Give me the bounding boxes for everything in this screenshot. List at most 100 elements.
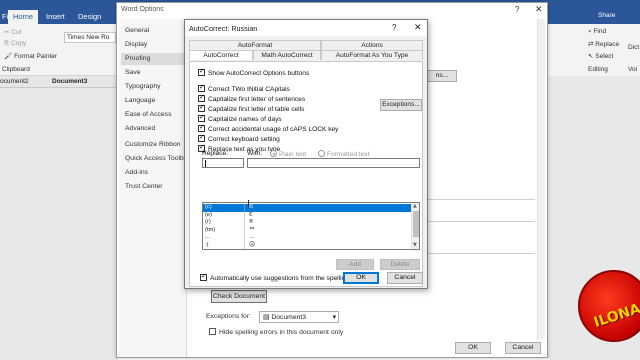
- close-icon[interactable]: ✕: [535, 4, 543, 15]
- entry-replace: (tm): [205, 226, 245, 234]
- format-painter-button[interactable]: 🖌 Format Painter: [4, 52, 57, 60]
- radio-dot: [270, 150, 277, 157]
- nav-quick-access-toolbar[interactable]: Quick Access Toolbar: [125, 155, 190, 162]
- nav-add-ins[interactable]: Add-ins: [125, 169, 148, 176]
- two-initial-caps-checkbox[interactable]: Correct TWo INitial CApitals: [198, 83, 290, 93]
- nav-language[interactable]: Language: [125, 97, 155, 104]
- scroll-down-icon[interactable]: ▼: [413, 242, 417, 248]
- exceptions-button[interactable]: Exceptions...: [380, 99, 422, 111]
- caps-lock-checkbox[interactable]: Correct accidental usage of cAPS LOCK ke…: [198, 123, 339, 133]
- replace-label: Replace: [595, 41, 620, 48]
- font-name-box[interactable]: Times New Ro: [64, 32, 116, 43]
- list-item[interactable]: (r) ®: [203, 219, 411, 227]
- hide-spelling-label: Hide spelling errors in this document on…: [219, 329, 344, 336]
- list-item[interactable]: (c) ©: [203, 204, 411, 212]
- list-item[interactable]: ...…: [203, 234, 411, 242]
- plain-text-label: Plain text: [279, 151, 307, 158]
- autocorrect-cancel-button[interactable]: Cancel: [387, 272, 423, 284]
- capitalize-days-checkbox[interactable]: Capitalize names of days: [198, 113, 282, 123]
- formatted-text-label: Formatted text: [327, 151, 370, 158]
- nav-customize-ribbon[interactable]: Customize Ribbon: [125, 141, 181, 148]
- entry-replace: (c): [205, 204, 245, 212]
- tab-insert[interactable]: Insert: [46, 12, 65, 21]
- list-scrollbar[interactable]: ▲ ▼: [411, 203, 419, 249]
- share-button[interactable]: Share: [598, 12, 615, 19]
- days-label: Capitalize names of days: [208, 116, 282, 123]
- nav-typography[interactable]: Typography: [125, 83, 161, 90]
- word-options-cancel-button[interactable]: Cancel: [505, 342, 541, 354]
- doc-tab-document2[interactable]: ocument2: [0, 78, 29, 85]
- select-label: Select: [595, 53, 614, 60]
- copy-button[interactable]: ⎘ Copy: [4, 40, 26, 48]
- plain-text-radio[interactable]: Plain text: [270, 150, 306, 158]
- tab-autoformat-as-you-type[interactable]: AutoFormat As You Type: [321, 50, 423, 60]
- tab-actions[interactable]: Actions: [321, 40, 423, 50]
- autocorrect-entries-list[interactable]: (c) © (e) € (r) ® (tm) ™ ... … :(☹ ▲ ▼: [202, 202, 420, 250]
- keyboard-setting-checkbox[interactable]: Correct keyboard setting: [198, 133, 280, 143]
- autocorrect-ok-button[interactable]: OK: [343, 272, 379, 284]
- entry-replace: ...: [205, 234, 245, 242]
- nav-save[interactable]: Save: [125, 69, 141, 76]
- word-options-title: Word Options: [121, 6, 164, 13]
- cut-button[interactable]: ✂ Cut: [4, 28, 21, 36]
- hide-spelling-checkbox[interactable]: Hide spelling errors in this document on…: [209, 328, 343, 336]
- checkbox-box: [198, 123, 205, 132]
- exceptions-for-select[interactable]: ▤ Document3 ▾: [259, 311, 339, 323]
- doc-tab-document3[interactable]: Document3: [52, 78, 87, 85]
- replace-label: Replace:: [202, 150, 229, 157]
- delete-button[interactable]: Delete: [380, 259, 420, 270]
- help-icon[interactable]: ?: [515, 5, 519, 14]
- nav-proofing[interactable]: Proofing: [121, 53, 187, 65]
- exceptions-for-value: Document3: [271, 314, 307, 321]
- tab-home[interactable]: Home: [8, 10, 39, 24]
- replace-input[interactable]: [202, 158, 244, 168]
- behind-options-button[interactable]: ns...: [427, 70, 457, 82]
- nav-general[interactable]: General: [125, 27, 149, 34]
- checkbox-box: [198, 83, 205, 92]
- nav-advanced[interactable]: Advanced: [125, 125, 155, 132]
- dictate-button[interactable]: Dict: [628, 44, 639, 51]
- options-scrollbar[interactable]: [537, 19, 545, 339]
- help-icon[interactable]: ?: [392, 23, 396, 32]
- list-item[interactable]: (tm) ™: [203, 226, 411, 234]
- select-button[interactable]: ↖ Select: [588, 52, 613, 60]
- capitalize-sentences-checkbox[interactable]: Capitalize first letter of sentences: [198, 93, 306, 103]
- formatted-text-radio[interactable]: Formatted text: [318, 150, 370, 158]
- checkbox-box: [200, 272, 207, 281]
- list-item[interactable]: :(☹: [203, 241, 411, 249]
- tab-design[interactable]: Design: [78, 12, 101, 21]
- autocorrect-tabs: AutoFormat Actions AutoCorrect Math Auto…: [185, 40, 427, 62]
- first-sentence-label: Capitalize first letter of sentences: [208, 96, 306, 103]
- clipboard-group-label: Clipboard: [2, 66, 30, 73]
- caps-lock-label: Correct accidental usage of cAPS LOCK ke…: [208, 126, 339, 133]
- tab-math-autocorrect[interactable]: Math AutoCorrect: [253, 50, 321, 60]
- scroll-thumb[interactable]: [413, 211, 419, 237]
- share-label: Share: [598, 12, 616, 19]
- find-button[interactable]: ⌕ Find: [588, 28, 606, 36]
- checkbox-box: [198, 67, 205, 76]
- list-item[interactable]: (e) €: [203, 211, 411, 219]
- entry-with: €: [249, 211, 253, 218]
- tab-autocorrect[interactable]: AutoCorrect: [189, 50, 253, 60]
- document-area: [0, 88, 118, 360]
- tab-autoformat[interactable]: AutoFormat: [189, 40, 321, 50]
- nav-trust-center[interactable]: Trust Center: [125, 183, 163, 190]
- checkbox-box: [198, 113, 205, 122]
- document-tabs: ocument2 Document3: [0, 76, 118, 88]
- check-document-button[interactable]: Check Document: [211, 290, 267, 303]
- with-input[interactable]: [247, 158, 420, 168]
- replace-button[interactable]: ⇄ Replace: [588, 40, 619, 48]
- capitalize-table-cells-checkbox[interactable]: Capitalize first letter of table cells: [198, 103, 305, 113]
- first-table-label: Capitalize first letter of table cells: [208, 106, 305, 113]
- checkbox-box: [198, 133, 205, 142]
- show-autocorrect-buttons-checkbox[interactable]: Show AutoCorrect Options buttons: [198, 67, 309, 77]
- entry-replace: (e): [205, 211, 245, 219]
- nav-display[interactable]: Display: [125, 41, 147, 48]
- close-icon[interactable]: ✕: [414, 22, 422, 33]
- word-options-ok-button[interactable]: OK: [455, 342, 491, 354]
- nav-ease-of-access[interactable]: Ease of Access: [125, 111, 171, 118]
- two-initial-label: Correct TWo INitial CApitals: [208, 86, 290, 93]
- scroll-up-icon[interactable]: ▲: [413, 203, 417, 209]
- add-button[interactable]: Add: [336, 259, 374, 270]
- entry-with: ☹: [249, 241, 256, 248]
